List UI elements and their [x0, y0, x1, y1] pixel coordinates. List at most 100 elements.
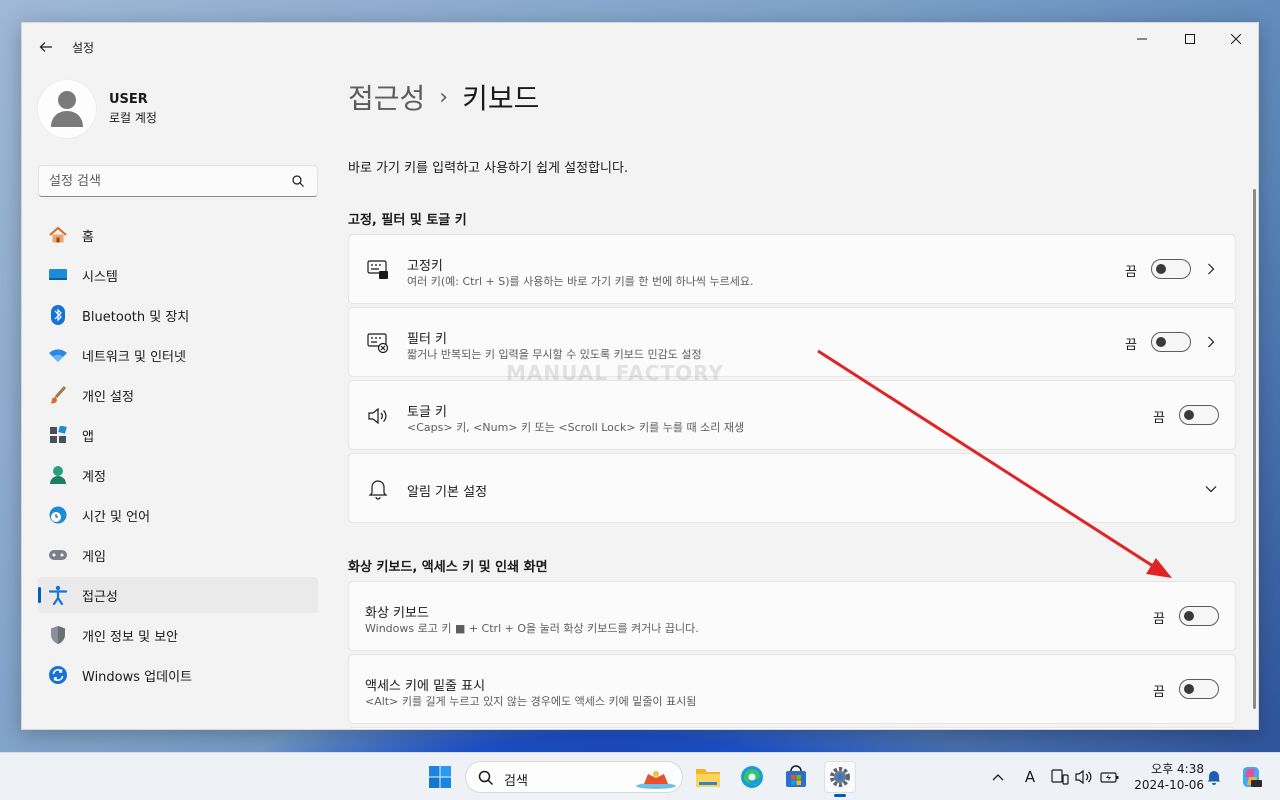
edge-browser-button[interactable] — [736, 761, 768, 793]
gaming-icon — [48, 545, 68, 565]
breadcrumb-parent[interactable]: 접근성 — [348, 77, 425, 117]
accessibility-icon — [48, 585, 68, 605]
filter-keys-toggle[interactable] — [1151, 332, 1191, 352]
card-title: 액세스 키에 밑줄 표시 — [365, 679, 486, 694]
profile[interactable]: USER 로컬 계정 — [37, 79, 157, 139]
page-title: 키보드 — [462, 82, 540, 115]
taskbar: 검색 A 오후 4:38 2024-10-06 — [0, 752, 1280, 800]
next-setting-card — [348, 727, 1236, 729]
clock-date: 2024-10-06 — [1134, 778, 1204, 792]
bell-icon — [367, 478, 389, 500]
card-title: 필터 키 — [407, 332, 448, 347]
user-avatar-icon — [51, 91, 83, 127]
card-title: 화상 키보드 — [365, 606, 429, 621]
nav-list: 홈 시스템 Bluetooth 및 장치 네트워크 및 인터넷 개인 설정 앱 — [38, 217, 318, 697]
store-button[interactable] — [780, 761, 812, 793]
volume-icon[interactable] — [1074, 767, 1094, 787]
minimize-button[interactable] — [1119, 23, 1165, 55]
brush-icon — [48, 385, 68, 405]
nav-item-network[interactable]: 네트워크 및 인터넷 — [38, 337, 318, 373]
filter-keys-card[interactable]: 필터 키 짧거나 반복되는 키 입력을 무시할 수 있도록 키보드 민감도 설정… — [348, 307, 1236, 377]
display-icon[interactable] — [1050, 767, 1070, 787]
back-arrow-icon — [39, 42, 52, 52]
toggle-keys-card: 토글 키 <Caps> 키, <Num> 키 또는 <Scroll Lock> … — [348, 380, 1236, 450]
update-icon — [48, 665, 68, 685]
search-icon — [478, 770, 494, 786]
settings-window: 설정 USER 로컬 계정 홈 — [21, 22, 1259, 730]
on-screen-keyboard-toggle[interactable] — [1179, 606, 1219, 626]
maximize-button[interactable] — [1167, 23, 1213, 55]
card-description: <Alt> 키를 길게 누르고 있지 않는 경우에도 액세스 키에 밑줄이 표시… — [365, 695, 697, 708]
card-description: 여러 키(예: Ctrl + S)를 사용하는 바로 가기 키를 한 번에 하나… — [407, 275, 754, 288]
nav-item-privacy[interactable]: 개인 정보 및 보안 — [38, 617, 318, 653]
taskbar-search[interactable]: 검색 — [465, 761, 683, 793]
nav-item-personalization[interactable]: 개인 설정 — [38, 377, 318, 413]
shield-icon — [48, 625, 68, 645]
sidebar: USER 로컬 계정 홈 시스템 Bluetooth 및 장치 — [22, 69, 332, 729]
apps-icon — [48, 425, 68, 445]
profile-account-type: 로컬 계정 — [109, 111, 157, 125]
ime-indicator[interactable]: A — [1020, 767, 1040, 787]
sticky-keys-toggle[interactable] — [1151, 259, 1191, 279]
nav-item-accessibility[interactable]: 접근성 — [38, 577, 318, 613]
notification-preferences-card[interactable]: 알림 기본 설정 — [348, 453, 1236, 523]
search-highlight-icon — [636, 771, 676, 789]
toggle-state-label: 끔 — [1125, 265, 1137, 280]
nav-item-home[interactable]: 홈 — [38, 217, 318, 253]
windows-logo-icon — [429, 766, 451, 788]
card-title: 알림 기본 설정 — [407, 485, 488, 500]
nav-item-accounts[interactable]: 계정 — [38, 457, 318, 493]
access-key-toggle[interactable] — [1179, 679, 1219, 699]
chevron-down-icon — [1203, 481, 1219, 497]
battery-icon[interactable] — [1100, 767, 1120, 787]
settings-app-button[interactable] — [824, 761, 856, 797]
back-button[interactable] — [34, 35, 58, 59]
store-icon — [786, 765, 806, 787]
toggle-keys-toggle[interactable] — [1179, 405, 1219, 425]
toggle-state-label: 끔 — [1153, 685, 1165, 700]
copilot-icon[interactable] — [1238, 764, 1264, 790]
main-content: 접근성 › 키보드 바로 가기 키를 입력하고 사용하기 쉽게 설정합니다. 고… — [348, 69, 1258, 729]
bluetooth-icon — [48, 305, 68, 325]
card-description: 짧거나 반복되는 키 입력을 무시할 수 있도록 키보드 민감도 설정 — [407, 348, 702, 361]
nav-item-gaming[interactable]: 게임 — [38, 537, 318, 573]
nav-item-system[interactable]: 시스템 — [38, 257, 318, 293]
clock[interactable]: 오후 4:38 2024-10-06 — [1128, 761, 1204, 793]
filter-keys-icon — [367, 332, 389, 354]
toggle-state-label: 끔 — [1153, 411, 1165, 426]
file-explorer-button[interactable] — [692, 761, 724, 793]
nav-item-bluetooth[interactable]: Bluetooth 및 장치 — [38, 297, 318, 333]
card-title: 토글 키 — [407, 405, 448, 420]
close-icon — [1231, 34, 1241, 44]
time-language-icon — [48, 505, 68, 525]
chevron-up-icon[interactable] — [988, 767, 1008, 787]
network-icon — [48, 345, 68, 365]
minimize-icon — [1137, 38, 1147, 40]
nav-item-windows-update[interactable]: Windows 업데이트 — [38, 657, 318, 693]
system-icon — [48, 265, 68, 285]
search-icon[interactable] — [291, 174, 305, 188]
card-description: <Caps> 키, <Num> 키 또는 <Scroll Lock> 키를 누를… — [407, 421, 745, 434]
on-screen-keyboard-card: 화상 키보드 Windows 로고 키 ■ + Ctrl + O을 눌러 화상 … — [348, 581, 1236, 651]
toggle-state-label: 끔 — [1153, 612, 1165, 627]
chevron-right-icon — [1203, 334, 1219, 350]
edge-icon — [741, 766, 763, 788]
folder-icon — [696, 769, 720, 787]
sticky-keys-card[interactable]: 고정키 여러 키(예: Ctrl + S)를 사용하는 바로 가기 키를 한 번… — [348, 234, 1236, 304]
start-button[interactable] — [424, 761, 456, 793]
home-icon — [48, 225, 68, 245]
close-button[interactable] — [1213, 23, 1258, 55]
sticky-keys-icon — [367, 259, 389, 281]
taskbar-search-label: 검색 — [504, 774, 528, 789]
nav-item-time-language[interactable]: 시간 및 언어 — [38, 497, 318, 533]
scrollbar[interactable] — [1253, 189, 1256, 709]
nav-item-apps[interactable]: 앱 — [38, 417, 318, 453]
speaker-icon — [367, 405, 389, 427]
page-description: 바로 가기 키를 입력하고 사용하기 쉽게 설정합니다. — [348, 161, 629, 176]
search-input[interactable] — [49, 172, 279, 190]
settings-search — [38, 165, 318, 197]
card-description: Windows 로고 키 ■ + Ctrl + O을 눌러 화상 키보드를 켜거… — [365, 622, 699, 635]
breadcrumb: 접근성 › 키보드 — [348, 77, 539, 117]
notification-bell-icon[interactable] — [1204, 767, 1224, 787]
maximize-icon — [1185, 34, 1195, 44]
